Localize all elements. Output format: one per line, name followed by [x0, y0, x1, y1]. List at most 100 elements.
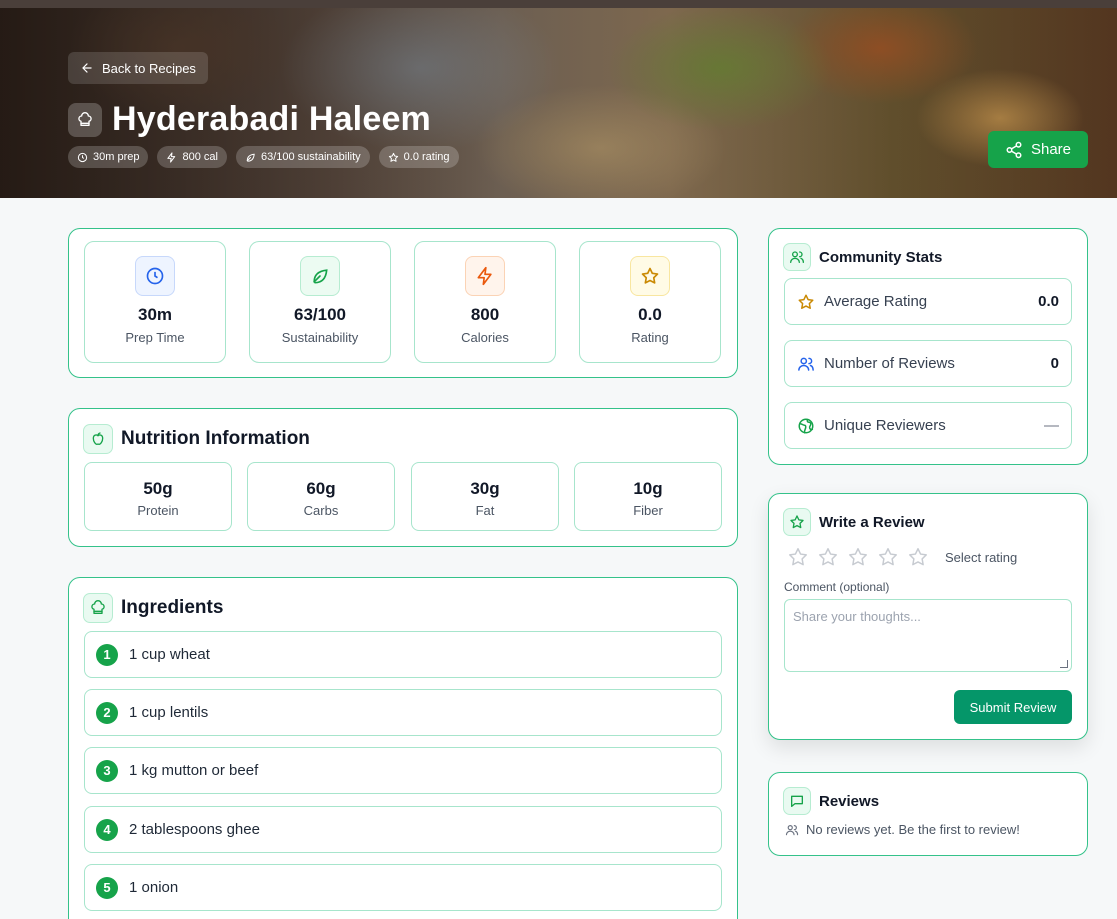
chef-hat-icon	[68, 102, 102, 137]
stat-prep-time: 30m Prep Time	[84, 241, 226, 363]
star-icon	[798, 294, 814, 309]
ingredient-item: 5 1 onion	[84, 864, 722, 911]
stat-label: Sustainability	[281, 330, 359, 345]
star-rating-5-icon[interactable]	[907, 546, 929, 568]
number-of-reviews-value: 0	[1050, 355, 1059, 372]
average-rating-value: 0.0	[1038, 293, 1059, 310]
ingredients-title: Ingredients	[121, 597, 224, 618]
nutrition-header: Nutrition Information	[83, 424, 310, 454]
comment-textarea[interactable]: Share your thoughts...	[784, 599, 1072, 672]
nutrition-card: Nutrition Information 50g Protein 60g Ca…	[68, 408, 738, 547]
write-review-card: Write a Review Select rating Comment (op…	[768, 493, 1088, 740]
ingredient-number: 5	[96, 876, 118, 899]
resize-handle[interactable]	[1060, 660, 1068, 668]
zap-icon	[167, 151, 176, 163]
nutrition-label: Fiber	[633, 503, 663, 518]
ingredient-item: 1 1 cup wheat	[84, 631, 722, 678]
stat-value: 800	[470, 305, 500, 324]
nutrition-value: 30g	[470, 479, 500, 498]
comment-label: Comment (optional)	[784, 580, 890, 594]
rating-stars: Select rating	[787, 546, 1017, 568]
ingredient-text: 1 cup wheat	[129, 646, 210, 663]
rating-chip-label: 0.0 rating	[403, 151, 450, 163]
community-stats-card: Community Stats Average Rating 0.0 Numbe…	[768, 228, 1088, 465]
average-rating-row: Average Rating 0.0	[784, 278, 1072, 325]
message-square-icon	[783, 787, 811, 815]
star-icon	[630, 256, 670, 296]
clock-icon	[77, 152, 88, 162]
globe-icon	[798, 418, 814, 433]
star-icon	[388, 152, 398, 162]
chef-hat-icon	[83, 593, 113, 623]
ingredient-item: 2 1 cup lentils	[84, 689, 722, 736]
star-rating-4-icon[interactable]	[877, 546, 899, 568]
nutrition-carbs: 60g Carbs	[247, 462, 395, 531]
stat-label: Calories	[461, 330, 509, 345]
back-to-recipes-button[interactable]: Back to Recipes	[68, 52, 208, 84]
ingredient-number: 2	[96, 701, 118, 724]
stat-value: 0.0	[638, 305, 662, 324]
star-rating-1-icon[interactable]	[787, 546, 809, 568]
community-header: Community Stats	[783, 243, 942, 271]
arrow-left-icon	[82, 63, 92, 73]
reviews-title: Reviews	[819, 792, 880, 810]
number-of-reviews-label: Number of Reviews	[824, 355, 955, 372]
nutrition-label: Carbs	[303, 503, 339, 518]
stat-calories: 800 Calories	[414, 241, 556, 363]
nutrition-value: 50g	[143, 479, 173, 498]
ingredient-text: 1 onion	[129, 879, 179, 896]
community-title: Community Stats	[819, 248, 943, 266]
ingredient-text: 2 tablespoons ghee	[129, 821, 260, 838]
stat-label: Rating	[631, 330, 669, 345]
share-button[interactable]: Share	[988, 131, 1088, 168]
recipe-title-row: Hyderabadi Haleem	[68, 100, 431, 139]
prep-chip-label: 30m prep	[93, 151, 140, 163]
users-icon	[783, 243, 811, 271]
empty-reviews-message: No reviews yet. Be the first to review!	[785, 822, 1020, 837]
users-icon	[798, 357, 814, 371]
stat-rating: 0.0 Rating	[579, 241, 721, 363]
ingredient-text: 1 cup lentils	[129, 704, 209, 721]
stat-sustainability: 63/100 Sustainability	[249, 241, 391, 363]
nutrition-protein: 50g Protein	[84, 462, 232, 531]
nutrition-fat: 30g Fat	[411, 462, 559, 531]
ingredient-item: 3 1 kg mutton or beef	[84, 747, 722, 794]
star-rating-2-icon[interactable]	[817, 546, 839, 568]
select-rating-label: Select rating	[945, 549, 1018, 565]
number-of-reviews-row: Number of Reviews 0	[784, 340, 1072, 387]
ingredient-number: 4	[96, 818, 118, 841]
ingredients-card: Ingredients 1 1 cup wheat 2 1 cup lentil…	[68, 577, 738, 919]
write-review-title: Write a Review	[819, 513, 925, 531]
empty-reviews-text: No reviews yet. Be the first to review!	[806, 822, 1020, 837]
recipe-hero: Back to Recipes Hyderabadi Haleem 30m pr…	[0, 8, 1117, 198]
unique-reviewers-label: Unique Reviewers	[824, 417, 946, 434]
reviews-header: Reviews	[783, 787, 879, 815]
share-icon	[1006, 141, 1022, 158]
submit-review-button[interactable]: Submit Review	[954, 690, 1072, 724]
back-label: Back to Recipes	[102, 60, 196, 76]
top-bar	[0, 0, 1117, 8]
share-label: Share	[1030, 141, 1072, 158]
zap-icon	[465, 256, 505, 296]
nutrition-fiber: 10g Fiber	[574, 462, 722, 531]
average-rating-label: Average Rating	[824, 293, 928, 310]
comment-placeholder: Share your thoughts...	[793, 609, 921, 624]
ingredients-header: Ingredients	[83, 593, 223, 623]
apple-icon	[83, 424, 113, 454]
stat-value: 63/100	[294, 305, 346, 324]
recipe-meta-chips: 30m prep 800 cal 63/100 sustainability 0…	[68, 146, 459, 168]
star-rating-3-icon[interactable]	[847, 546, 869, 568]
stat-value: 30m	[137, 305, 173, 324]
nutrition-value: 10g	[633, 479, 663, 498]
nutrition-value: 60g	[306, 479, 336, 498]
ingredient-text: 1 kg mutton or beef	[129, 762, 259, 779]
write-review-header: Write a Review	[783, 508, 925, 536]
leaf-icon	[300, 256, 340, 296]
rating-chip: 0.0 rating	[378, 146, 459, 168]
sustainability-chip-label: 63/100 sustainability	[260, 151, 361, 163]
users-icon	[785, 824, 799, 835]
nutrition-label: Protein	[137, 503, 179, 518]
clock-icon	[135, 256, 175, 296]
unique-reviewers-row: Unique Reviewers —	[784, 402, 1072, 449]
stat-label: Prep Time	[125, 330, 185, 345]
